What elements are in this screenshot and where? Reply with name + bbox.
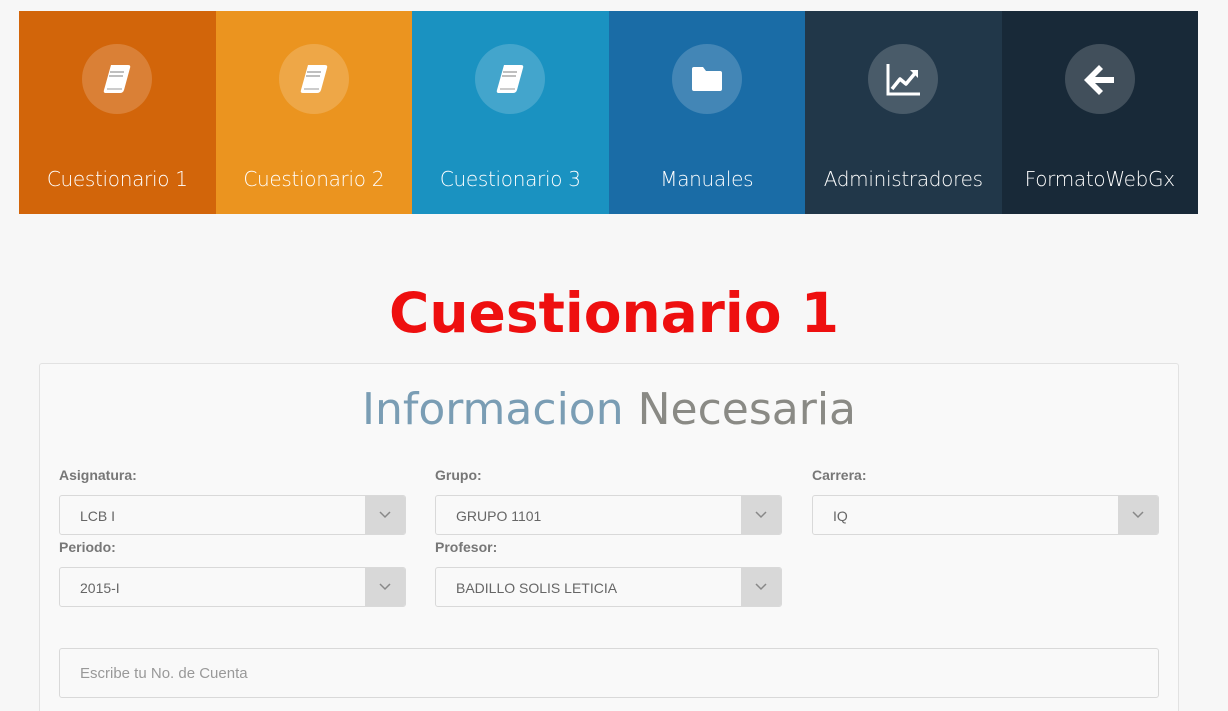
carrera-value: IQ: [833, 508, 848, 524]
panel-title-part1: Informacion: [361, 384, 624, 435]
grupo-select[interactable]: GRUPO 1101: [435, 495, 782, 535]
tile-label: Cuestionario 1: [46, 167, 188, 191]
info-panel: Informacion Necesaria Asignatura: LCB I …: [39, 363, 1179, 711]
profesor-value: BADILLO SOLIS LETICIA: [456, 580, 618, 596]
profesor-select[interactable]: BADILLO SOLIS LETICIA: [435, 567, 782, 607]
tile-label: FormatoWebGx: [1024, 167, 1175, 191]
icon-circle: [278, 44, 349, 114]
folder-icon: [691, 67, 722, 91]
chevron-down-icon: [365, 496, 405, 534]
asignatura-select[interactable]: LCB I: [59, 495, 406, 535]
grupo-value: GRUPO 1101: [456, 508, 542, 524]
chevron-down-icon: [365, 568, 405, 606]
tile-manuales[interactable]: Manuales: [608, 11, 805, 214]
tile-administradores[interactable]: Administradores: [805, 11, 1002, 214]
grupo-label: Grupo:: [435, 467, 482, 483]
tile-navigation: Cuestionario 1 Cuestionario 2 Cuestionar…: [19, 11, 1198, 214]
periodo-label: Periodo:: [59, 539, 116, 555]
chevron-down-icon: [1118, 496, 1158, 534]
asignatura-label: Asignatura:: [59, 467, 137, 483]
tile-formatowebgx[interactable]: FormatoWebGx: [1001, 11, 1198, 214]
profesor-label: Profesor:: [435, 539, 498, 555]
book-icon: [300, 65, 327, 93]
tile-cuestionario-2[interactable]: Cuestionario 2: [215, 11, 412, 214]
chevron-down-icon: [741, 568, 781, 606]
tile-label: Cuestionario 2: [243, 167, 385, 191]
chevron-down-icon: [741, 496, 781, 534]
page-title: Cuestionario 1: [389, 281, 839, 345]
icon-circle: [82, 44, 153, 114]
periodo-value: 2015-I: [80, 580, 120, 596]
book-icon: [497, 65, 524, 93]
arrow-left-icon: [1083, 65, 1114, 95]
icon-circle: [1064, 44, 1135, 114]
panel-title: Informacion Necesaria: [40, 384, 1178, 436]
panel-title-part2: Necesaria: [637, 384, 857, 435]
icon-circle: [671, 44, 742, 114]
tile-label: Cuestionario 3: [439, 167, 581, 191]
carrera-select[interactable]: IQ: [812, 495, 1159, 535]
icon-circle: [475, 44, 546, 114]
icon-circle: [868, 44, 939, 114]
tile-cuestionario-3[interactable]: Cuestionario 3: [412, 11, 609, 214]
carrera-label: Carrera:: [812, 467, 867, 483]
tile-cuestionario-1[interactable]: Cuestionario 1: [19, 11, 216, 214]
tile-label: Manuales: [660, 167, 754, 191]
tile-label: Administradores: [823, 167, 983, 191]
book-icon: [104, 65, 131, 93]
asignatura-value: LCB I: [80, 508, 116, 524]
line-chart-icon: [886, 64, 921, 96]
periodo-select[interactable]: 2015-I: [59, 567, 406, 607]
cuenta-input[interactable]: [59, 648, 1159, 698]
